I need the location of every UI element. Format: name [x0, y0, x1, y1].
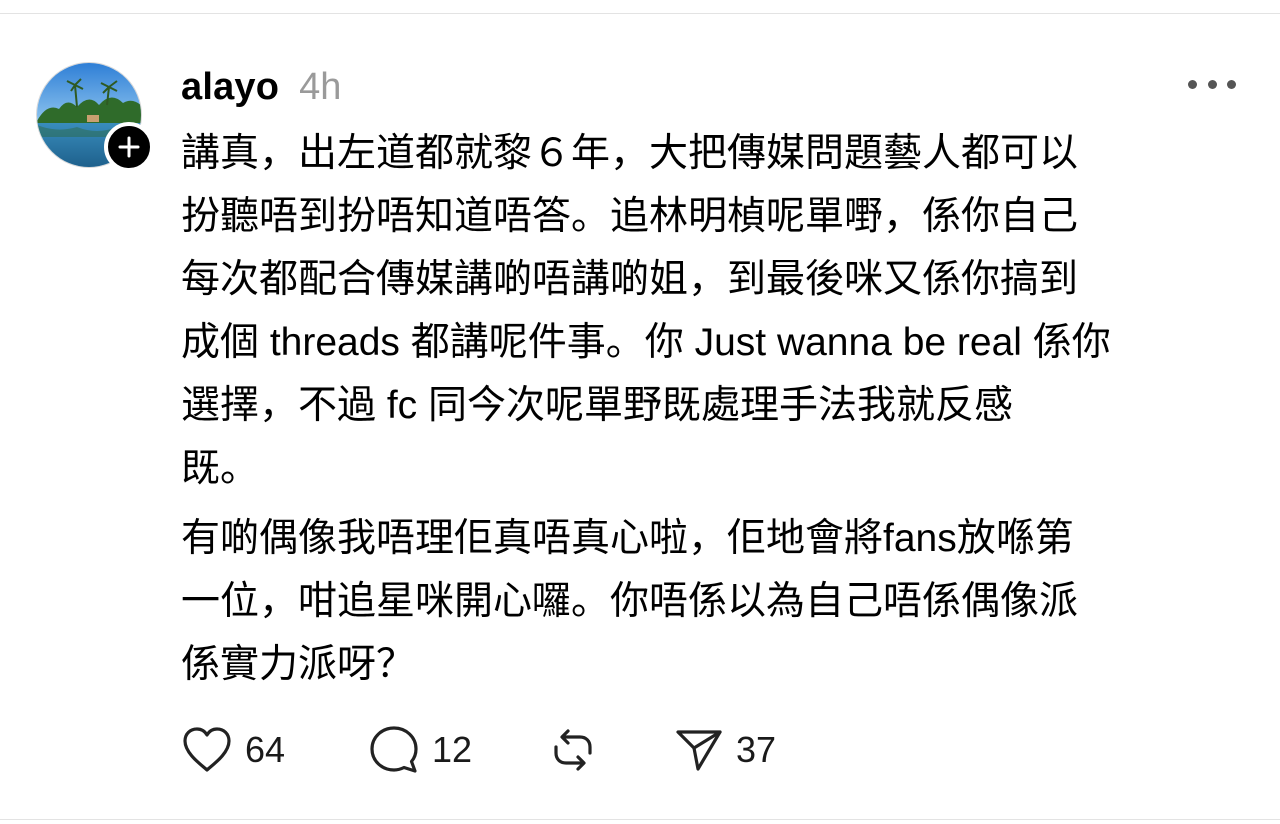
more-options-button[interactable]	[1188, 72, 1236, 96]
more-horizontal-icon	[1188, 79, 1197, 89]
like-count: 64	[245, 729, 286, 770]
top-divider	[0, 13, 1280, 14]
post-text: 講真，出左道都就黎６年，大把傳媒問題藝人都可以 扮聽唔到扮唔知道唔答。追林明楨呢…	[181, 122, 1251, 686]
reply-button[interactable]: 12	[368, 722, 548, 778]
repost-icon	[554, 729, 592, 771]
more-dot	[1207, 79, 1217, 89]
send-icon	[676, 730, 722, 771]
author-username[interactable]: alayo	[181, 66, 279, 109]
reply-count: 12	[432, 729, 473, 770]
share-count: 37	[736, 729, 777, 770]
post-paragraph: 講真，出左道都就黎６年，大把傳媒問題藝人都可以 扮聽唔到扮唔知道唔答。追林明楨呢…	[181, 132, 1111, 490]
author-avatar[interactable]	[36, 62, 154, 172]
post-timestamp: 4h	[299, 66, 342, 108]
post-header: alayo 4h	[181, 66, 341, 110]
follow-button[interactable]	[104, 122, 154, 172]
share-button[interactable]: 37	[674, 722, 776, 778]
more-dot	[1227, 79, 1236, 89]
post-actions: 64 12 37	[181, 722, 776, 778]
repost-button[interactable]	[548, 722, 674, 778]
post-paragraph: 有啲偶像我唔理佢真唔真心啦，佢地會將fans放喺第 一位，咁追星咪開心囉。你唔係…	[181, 517, 1079, 686]
comment-bubble-icon	[370, 726, 418, 773]
like-button[interactable]: 64	[181, 722, 368, 778]
heart-icon	[183, 727, 231, 772]
plus-icon	[118, 136, 140, 158]
bottom-divider	[0, 819, 1280, 820]
